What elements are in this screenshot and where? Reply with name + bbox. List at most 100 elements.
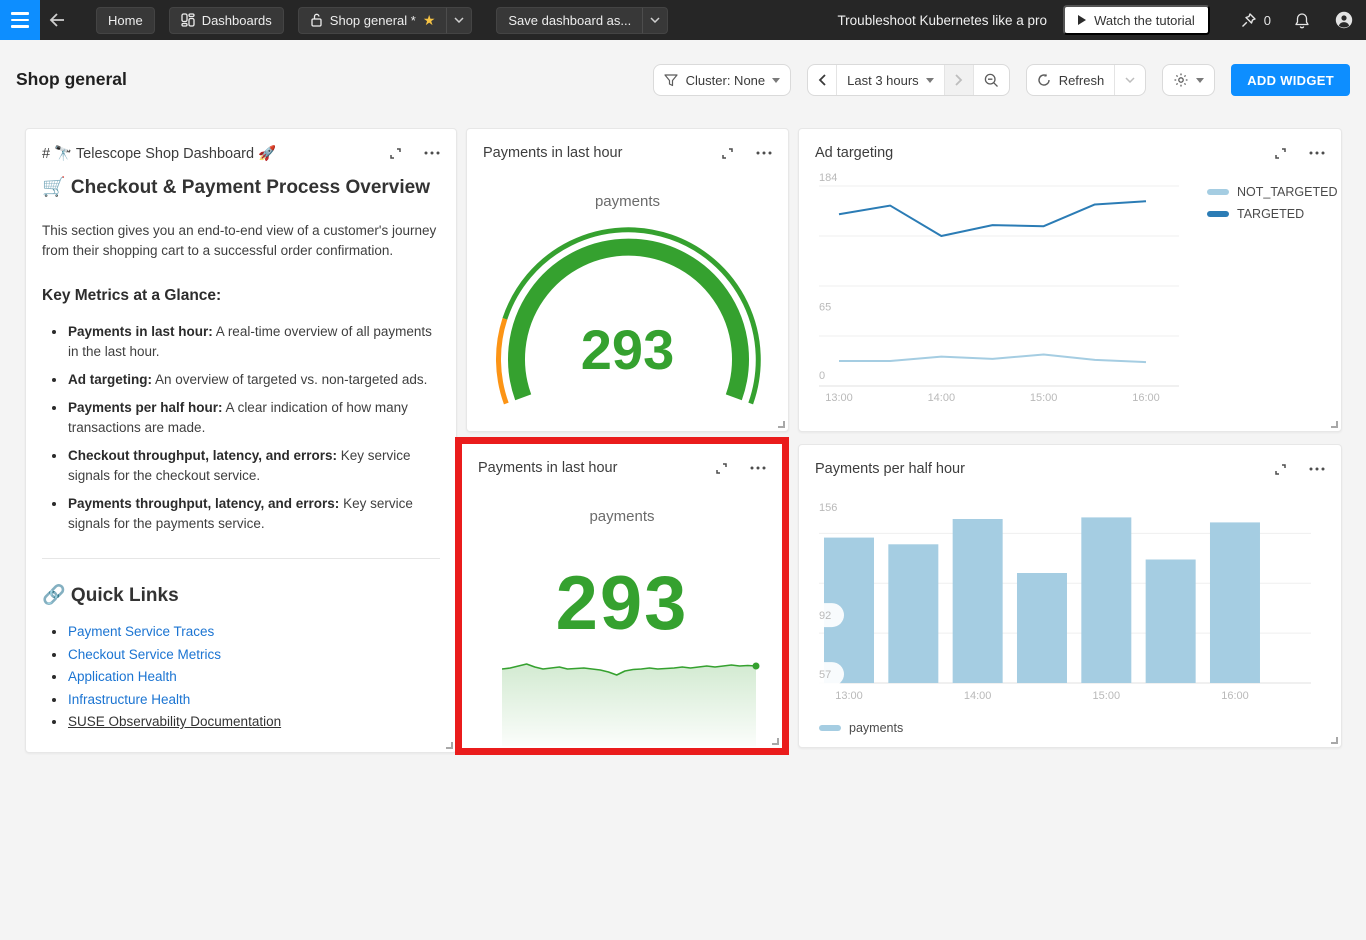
save-dashboard-button[interactable]: Save dashboard as... bbox=[496, 7, 642, 34]
legend-swatch-targeted bbox=[1207, 211, 1229, 217]
quick-links-list: Payment Service Traces Checkout Service … bbox=[42, 621, 440, 734]
unlock-icon bbox=[310, 13, 323, 27]
payments-bar-chart: 156 92 57 13:00 14:00 15:00 16:00 bbox=[799, 445, 1343, 715]
chevron-down-icon bbox=[926, 78, 934, 83]
nav-current-dashboard: Shop general * ★ bbox=[298, 7, 473, 34]
legend-swatch-payments bbox=[819, 725, 841, 731]
add-widget-button[interactable]: ADD WIDGET bbox=[1231, 64, 1350, 96]
play-icon bbox=[1078, 15, 1086, 25]
legend-label: payments bbox=[849, 721, 903, 735]
highlight-frame: Payments in last hour payments 293 bbox=[455, 437, 789, 755]
resize-handle[interactable] bbox=[772, 738, 779, 745]
save-dashboard-chevron-icon[interactable] bbox=[642, 7, 668, 34]
gauge-value: 293 bbox=[467, 317, 788, 382]
markdown-widget: # 🔭 Telescope Shop Dashboard 🚀 🛒 Checkou… bbox=[25, 128, 457, 753]
refresh-control: Refresh bbox=[1026, 64, 1147, 96]
gear-icon bbox=[1173, 72, 1189, 88]
legend-item[interactable]: TARGETED bbox=[1207, 207, 1337, 221]
svg-text:15:00: 15:00 bbox=[1030, 392, 1058, 404]
resize-handle[interactable] bbox=[1331, 421, 1338, 428]
dashboard-chevron-icon[interactable] bbox=[446, 7, 472, 34]
svg-text:156: 156 bbox=[819, 502, 837, 514]
refresh-button[interactable]: Refresh bbox=[1027, 65, 1115, 95]
pinned-views-button[interactable]: 0 bbox=[1240, 12, 1271, 29]
save-dashboard-group: Save dashboard as... bbox=[496, 7, 668, 34]
ad-targeting-widget: Ad targeting 18465013:0014:0015:0016:00 … bbox=[798, 128, 1342, 432]
link-application-health[interactable]: Application Health bbox=[68, 669, 177, 684]
expand-icon[interactable] bbox=[721, 147, 734, 160]
svg-text:57: 57 bbox=[819, 669, 831, 681]
svg-text:13:00: 13:00 bbox=[835, 690, 863, 702]
list-item: Checkout throughput, latency, and errors… bbox=[42, 446, 440, 486]
widget-menu-icon[interactable] bbox=[756, 151, 772, 155]
legend-item[interactable]: NOT_TARGETED bbox=[1207, 185, 1337, 199]
resize-handle[interactable] bbox=[1331, 737, 1338, 744]
menu-icon[interactable] bbox=[0, 0, 40, 40]
widget-title: Payments in last hour bbox=[483, 145, 622, 161]
promo-text: Troubleshoot Kubernetes like a pro bbox=[837, 13, 1047, 28]
pin-count: 0 bbox=[1264, 13, 1271, 28]
expand-icon[interactable] bbox=[715, 462, 728, 475]
resize-handle[interactable] bbox=[446, 742, 453, 749]
legend-item[interactable]: payments bbox=[819, 721, 903, 735]
payments-value: 293 bbox=[462, 560, 782, 647]
list-item: Payment Service Traces bbox=[42, 621, 440, 644]
filter-icon bbox=[664, 74, 678, 87]
nav-dashboard-name: Shop general * bbox=[330, 13, 416, 28]
nav-dashboards-button[interactable]: Dashboards bbox=[169, 7, 284, 34]
svg-text:14:00: 14:00 bbox=[964, 690, 992, 702]
resize-handle[interactable] bbox=[778, 421, 785, 428]
spark-series-label: payments bbox=[462, 508, 782, 525]
back-arrow-icon[interactable] bbox=[40, 0, 74, 40]
user-avatar[interactable] bbox=[1335, 11, 1353, 29]
watch-tutorial-label: Watch the tutorial bbox=[1094, 13, 1195, 28]
chart-legend: NOT_TARGETED TARGETED bbox=[1207, 185, 1337, 221]
svg-text:16:00: 16:00 bbox=[1221, 690, 1249, 702]
nav-dashboard-button[interactable]: Shop general * ★ bbox=[298, 7, 447, 34]
legend-label: TARGETED bbox=[1237, 207, 1304, 221]
nav-dashboards-label: Dashboards bbox=[202, 13, 272, 28]
favorite-star-icon[interactable]: ★ bbox=[423, 12, 436, 29]
link-infrastructure-health[interactable]: Infrastructure Health bbox=[68, 692, 190, 707]
save-dashboard-label: Save dashboard as... bbox=[508, 13, 631, 28]
avatar-icon bbox=[1335, 11, 1353, 29]
time-back-button[interactable] bbox=[808, 65, 836, 95]
widget-menu-icon[interactable] bbox=[750, 466, 766, 470]
widget-title: Payments in last hour bbox=[478, 460, 617, 476]
settings-control[interactable] bbox=[1162, 64, 1215, 96]
time-zoom-out-button[interactable] bbox=[973, 65, 1009, 95]
svg-text:184: 184 bbox=[819, 172, 837, 184]
metrics-heading: Key Metrics at a Glance: bbox=[42, 287, 440, 305]
expand-icon[interactable] bbox=[389, 147, 402, 160]
chart-legend: payments bbox=[819, 721, 903, 735]
pin-icon bbox=[1240, 12, 1257, 29]
refresh-label: Refresh bbox=[1059, 73, 1105, 88]
time-range-selector[interactable]: Last 3 hours bbox=[836, 65, 944, 95]
zoom-out-icon bbox=[984, 73, 999, 88]
svg-text:65: 65 bbox=[819, 301, 831, 313]
time-forward-button[interactable] bbox=[944, 65, 973, 95]
link-payment-service-traces[interactable]: Payment Service Traces bbox=[68, 624, 214, 639]
payments-gauge-widget: Payments in last hour payments 293 bbox=[466, 128, 789, 432]
list-item: Infrastructure Health bbox=[42, 689, 440, 712]
cluster-filter-label: Cluster: None bbox=[686, 73, 765, 88]
link-suse-observability-documentation[interactable]: SUSE Observability Documentation bbox=[68, 714, 281, 729]
notifications-button[interactable] bbox=[1294, 12, 1310, 29]
watch-tutorial-button[interactable]: Watch the tutorial bbox=[1063, 5, 1210, 35]
nav-home-button[interactable]: Home bbox=[96, 7, 155, 34]
payments-per-half-hour-widget: Payments per half hour 156925713:0014:00… bbox=[798, 444, 1342, 748]
top-nav: Home Dashboards Shop general * ★ Save da… bbox=[0, 0, 1366, 40]
bell-icon bbox=[1294, 12, 1310, 29]
widget-menu-icon[interactable] bbox=[424, 151, 440, 155]
svg-text:15:00: 15:00 bbox=[1093, 690, 1121, 702]
svg-text:92: 92 bbox=[819, 610, 831, 622]
payments-sparkline-chart bbox=[502, 651, 762, 746]
divider bbox=[42, 558, 440, 559]
refresh-icon bbox=[1037, 73, 1051, 87]
link-checkout-service-metrics[interactable]: Checkout Service Metrics bbox=[68, 647, 221, 662]
ad-targeting-line-chart: 18465013:0014:0015:0016:00 bbox=[799, 129, 1343, 431]
list-item: Ad targeting: An overview of targeted vs… bbox=[42, 370, 440, 390]
cluster-filter[interactable]: Cluster: None bbox=[653, 64, 791, 96]
svg-text:16:00: 16:00 bbox=[1132, 392, 1160, 404]
refresh-options-chevron[interactable] bbox=[1114, 65, 1145, 95]
